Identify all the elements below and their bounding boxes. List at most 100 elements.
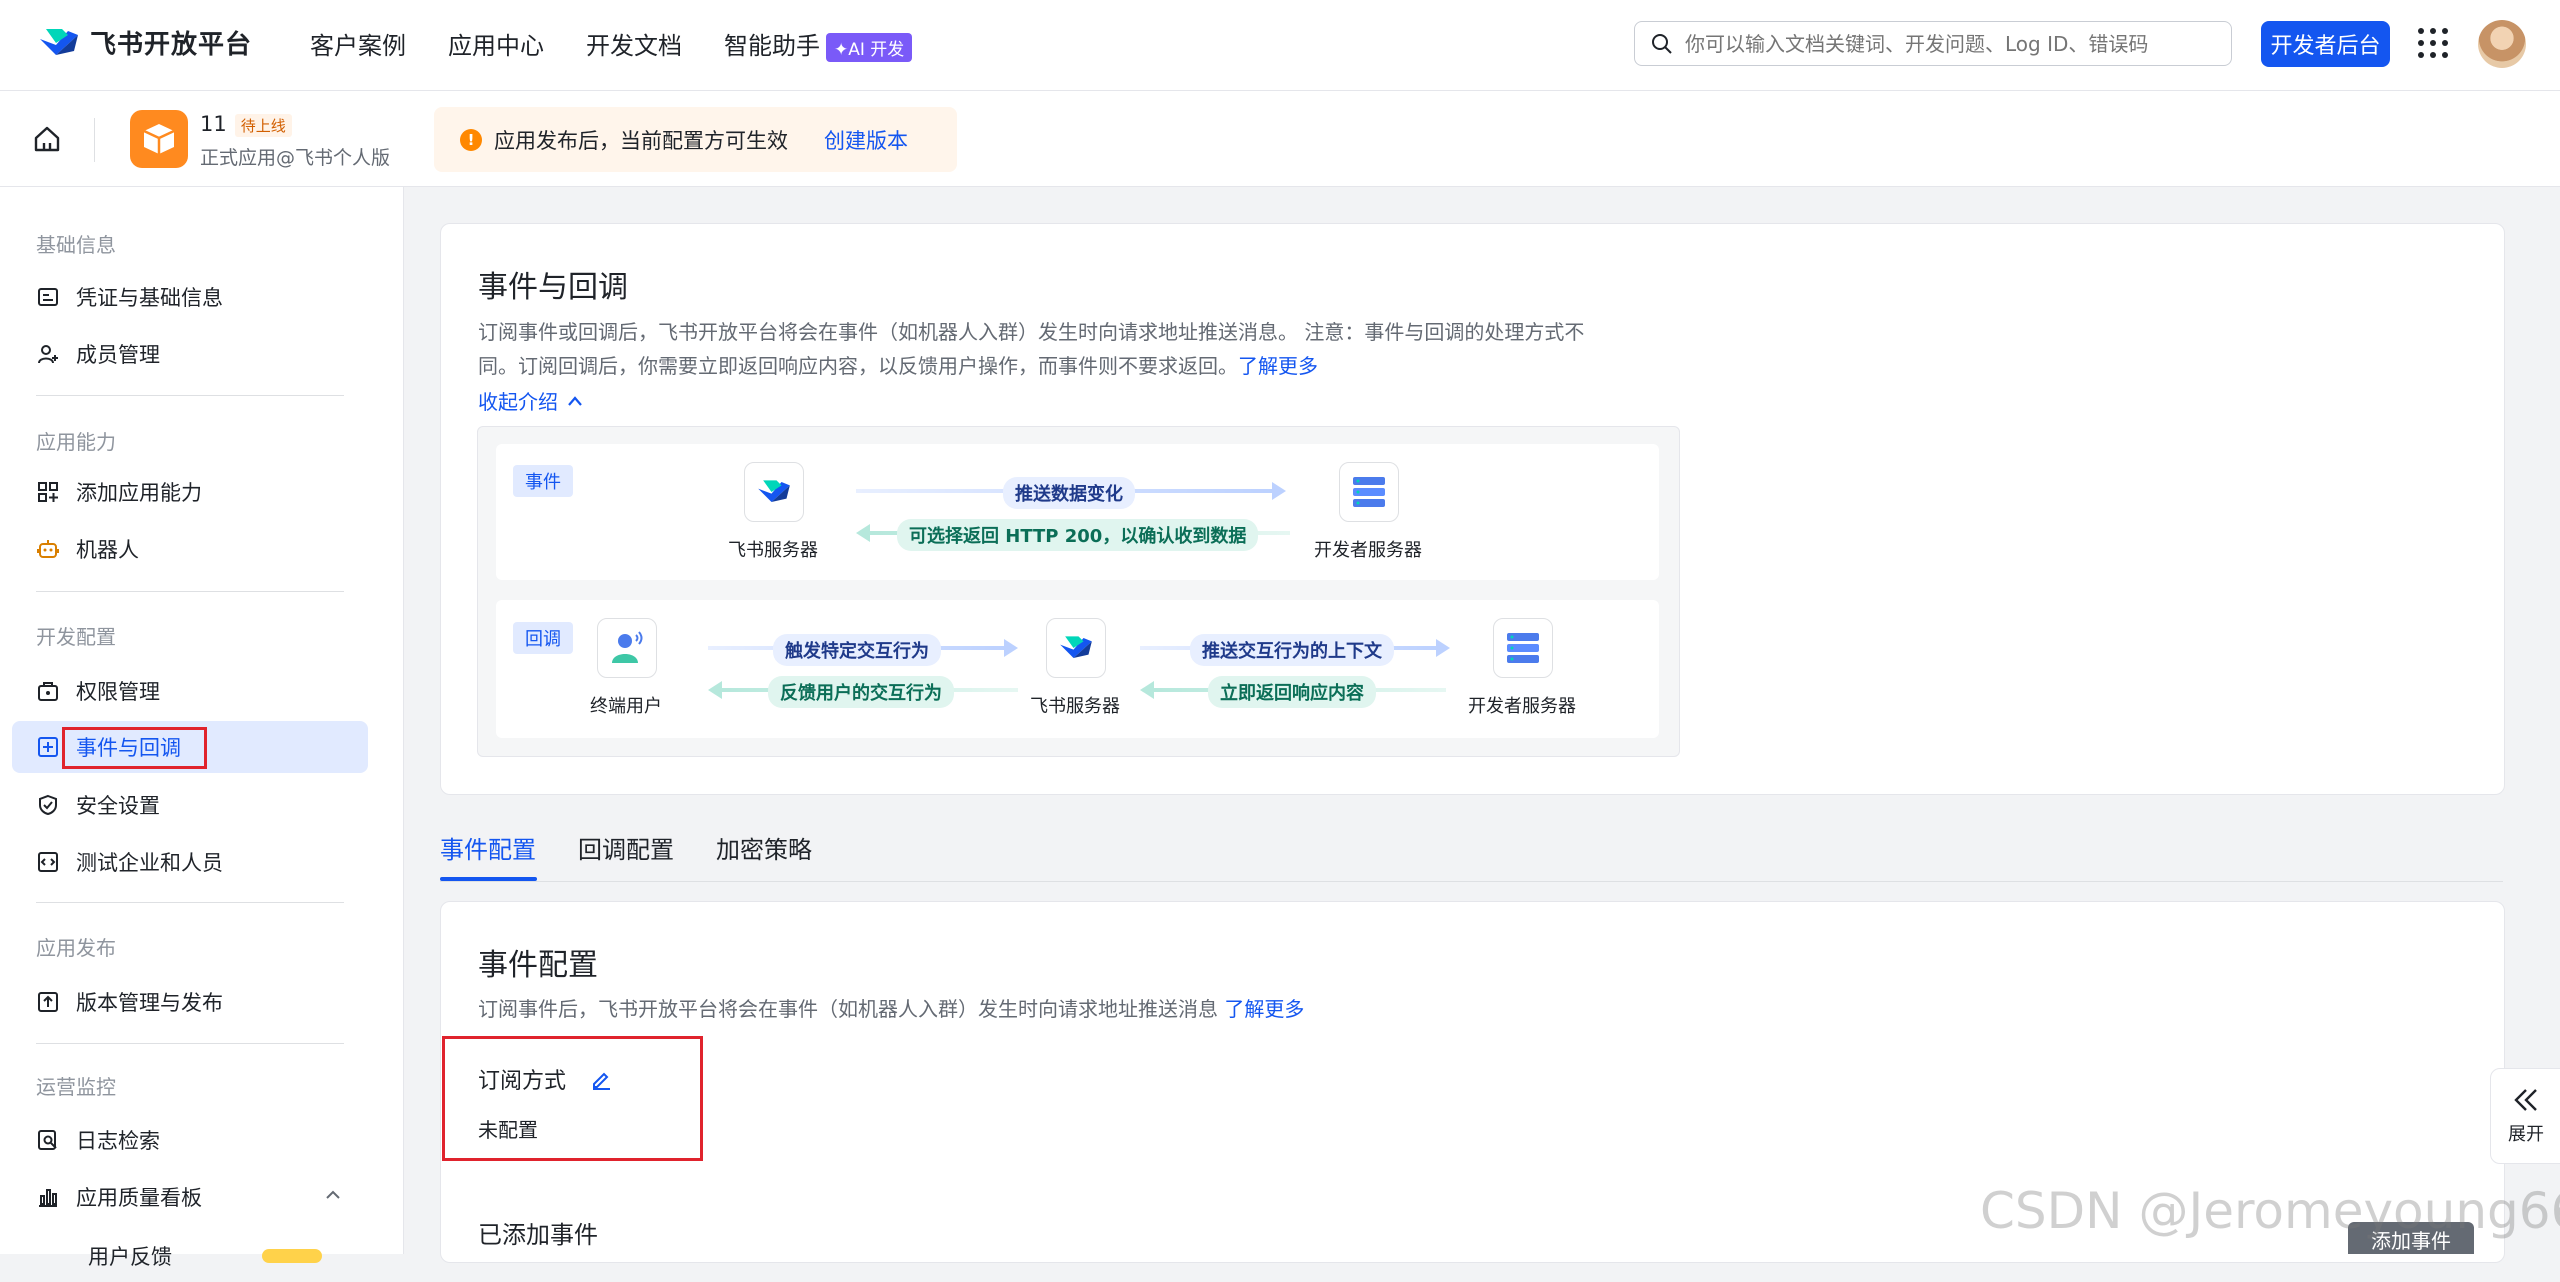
event-lane: [496, 444, 1659, 580]
user-avatar[interactable]: [2478, 20, 2526, 68]
push-data-pill: 推送数据变化: [1003, 477, 1135, 509]
ack-pill: 可选择返回 HTTP 200，以确认收到数据: [897, 519, 1259, 551]
sidebar-section-monitoring: 运营监控: [36, 1075, 116, 1099]
status-badge: 待上线: [234, 114, 292, 137]
shield-icon: [36, 793, 60, 817]
feedback-pill: 反馈用户的交互行为: [768, 676, 954, 708]
watermark: CSDN @Jeromeyoung666: [1980, 1182, 2560, 1240]
sidebar-item-permissions[interactable]: 权限管理: [12, 665, 368, 717]
main-nav: 客户案例 应用中心 开发文档 智能助手 ✦AI 开发: [310, 26, 913, 62]
developer-console-button[interactable]: 开发者后台: [2261, 21, 2390, 67]
feishu-server-node-2: [1046, 618, 1106, 678]
feishu-server-label-2: 飞书服务器: [1030, 696, 1120, 717]
feishu-server-label: 飞书服务器: [728, 540, 818, 561]
push-context-pill: 推送交互行为的上下文: [1190, 634, 1394, 666]
chevron-up-icon: [568, 395, 582, 406]
new-badge: [262, 1249, 322, 1263]
arrow-head-right: [1272, 482, 1286, 500]
trigger-pill: 触发特定交互行为: [773, 634, 941, 666]
add-app-icon: [36, 480, 60, 504]
sidebar-item-versions[interactable]: 版本管理与发布: [12, 976, 368, 1028]
brand-logo[interactable]: 飞书开放平台: [38, 24, 252, 61]
intro-desc-line1: 订阅事件或回调后，飞书开放平台将会在事件（如机器人入群）发生时向请求地址推送消息…: [478, 320, 1585, 344]
end-user-label: 终端用户: [590, 696, 662, 717]
sidebar-item-label: 权限管理: [76, 680, 160, 704]
sidebar-section-publish: 应用发布: [36, 936, 116, 960]
search-input[interactable]: [1683, 30, 2227, 57]
expand-label: 展开: [2508, 1124, 2544, 1145]
feishu-logo-icon: [1060, 636, 1092, 658]
sidebar-item-bot[interactable]: 机器人: [12, 523, 368, 575]
sidebar-item-credentials[interactable]: 凭证与基础信息: [12, 271, 368, 323]
respond-pill: 立即返回响应内容: [1208, 676, 1376, 708]
brand-name: 飞书开放平台: [90, 30, 253, 60]
arrow-head-right: [1436, 639, 1450, 657]
sidebar-item-add-capability[interactable]: 添加应用能力: [12, 466, 368, 518]
double-chevron-left-icon: [2514, 1089, 2537, 1111]
home-icon[interactable]: [32, 124, 62, 158]
sidebar-section-capabilities: 应用能力: [36, 430, 116, 454]
create-version-link[interactable]: 创建版本: [824, 125, 908, 155]
event-lane-tag: 事件: [513, 465, 573, 497]
sidebar-item-log-search[interactable]: 日志检索: [12, 1114, 368, 1166]
arrow-head-left: [856, 524, 870, 542]
sidebar-item-members[interactable]: 成员管理: [12, 328, 368, 380]
sidebar-item-quality-dashboard[interactable]: 应用质量看板: [12, 1171, 368, 1223]
app-header-bar: [0, 91, 2560, 187]
apps-grid-icon[interactable]: [2418, 28, 2448, 58]
nav-customer-cases[interactable]: 客户案例: [310, 26, 406, 62]
dev-server-label-2: 开发者服务器: [1468, 696, 1576, 717]
appbar-divider: [94, 118, 95, 162]
arrow-head-left: [1140, 681, 1154, 699]
highlight-box-subscribe: [442, 1036, 703, 1161]
sidebar-item-label: 添加应用能力: [76, 481, 202, 505]
chevron-up-icon[interactable]: [324, 1185, 342, 1209]
expand-panel-button[interactable]: 展开: [2490, 1068, 2560, 1164]
dev-server-node: [1339, 462, 1399, 522]
collapse-label: 收起介绍: [478, 390, 558, 414]
sidebar-section-dev-config: 开发配置: [36, 625, 116, 649]
app-subtitle: 正式应用@飞书个人版: [200, 147, 391, 169]
sidebar-divider: [36, 591, 344, 592]
bar-chart-icon: [36, 1185, 60, 1209]
search-icon: [1652, 33, 1672, 54]
nav-ai-assistant[interactable]: 智能助手 ✦AI 开发: [724, 26, 913, 62]
app-icon: [130, 110, 188, 168]
config-tabs: 事件配置 回调配置 加密策略: [440, 830, 812, 865]
nav-dev-docs[interactable]: 开发文档: [586, 26, 682, 62]
tab-encryption[interactable]: 加密策略: [716, 830, 812, 865]
feishu-logo-icon: [40, 28, 78, 55]
add-user-icon: [36, 342, 60, 366]
feishu-server-node: [744, 462, 804, 522]
tab-event-config[interactable]: 事件配置: [440, 830, 536, 865]
briefcase-icon: [36, 679, 60, 703]
arrow-head-right: [1004, 639, 1018, 657]
arrow-head-left: [708, 681, 722, 699]
app-name-row: 11 待上线: [200, 112, 292, 137]
learn-more-link[interactable]: 了解更多: [1224, 997, 1304, 1021]
collapse-intro-toggle[interactable]: 收起介绍: [478, 386, 584, 415]
publish-notice: ! 应用发布后，当前配置方可生效 创建版本: [434, 107, 957, 172]
added-events-title: 已添加事件: [478, 1221, 598, 1249]
server-icon: [1507, 633, 1539, 663]
dev-server-label: 开发者服务器: [1314, 540, 1422, 561]
package-icon: [143, 124, 175, 154]
search-box[interactable]: [1634, 21, 2232, 66]
sidebar-item-label: 凭证与基础信息: [76, 286, 223, 310]
tab-callback-config[interactable]: 回调配置: [578, 830, 674, 865]
callback-lane-tag: 回调: [513, 622, 573, 654]
page-title: 事件与回调: [478, 270, 628, 305]
sidebar-item-test-tenants[interactable]: 测试企业和人员: [12, 836, 368, 888]
nav-app-center[interactable]: 应用中心: [448, 26, 544, 62]
sidebar-item-label: 机器人: [76, 538, 139, 562]
warning-icon: !: [460, 128, 482, 151]
feishu-logo-icon: [758, 480, 790, 502]
sidebar-item-label: 应用质量看板: [76, 1186, 202, 1210]
nav-ai-assistant-label: 智能助手: [724, 32, 820, 60]
sidebar-item-user-feedback[interactable]: 用户反馈: [12, 1230, 368, 1282]
sidebar-item-label: 用户反馈: [88, 1245, 172, 1269]
learn-more-link[interactable]: 了解更多: [1238, 354, 1318, 378]
active-tab-indicator: [440, 877, 537, 881]
event-config-title: 事件配置: [478, 948, 598, 983]
sidebar-item-security[interactable]: 安全设置: [12, 779, 368, 831]
